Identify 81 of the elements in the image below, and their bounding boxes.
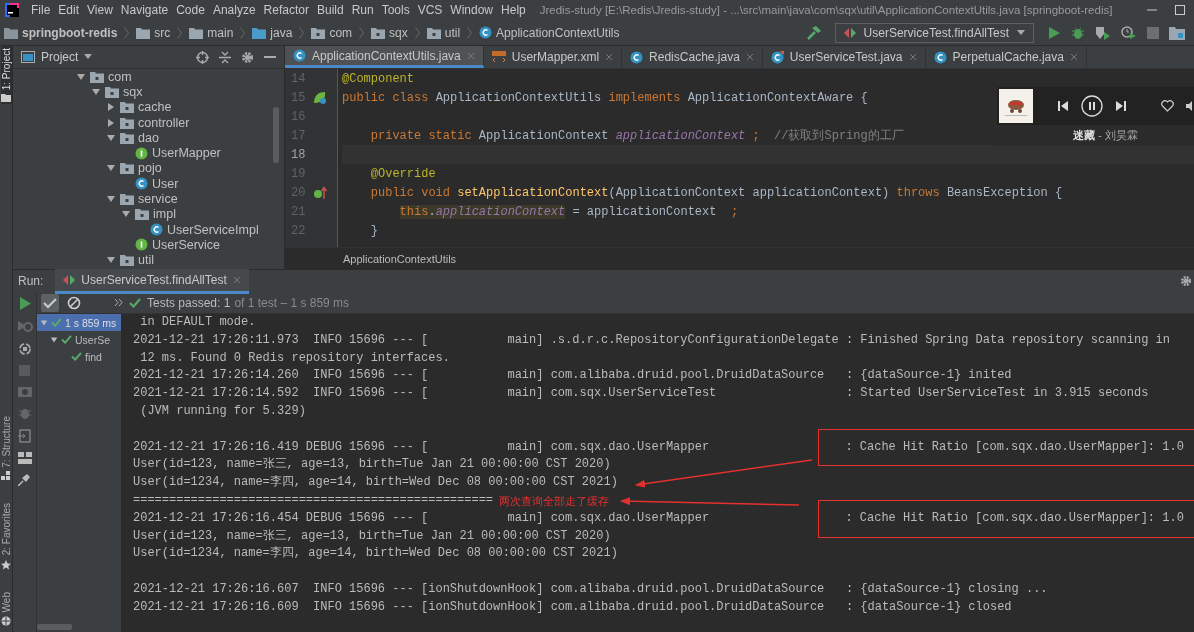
tree-item[interactable]: UserServiceImpl <box>13 221 284 238</box>
test-tree-item[interactable]: find <box>37 348 121 365</box>
menu-item[interactable]: Code <box>172 3 209 17</box>
menu-item[interactable]: Tools <box>377 3 414 17</box>
tool-window-tab[interactable]: 7: Structure <box>0 413 12 484</box>
code-line: this.applicationContext = applicationContext ; <box>399 204 739 219</box>
run-config-dropdown[interactable]: UserServiceTest.findAllTest <box>834 22 1034 43</box>
tree-item[interactable]: impl <box>13 206 284 222</box>
tree-item[interactable]: UserService <box>13 237 284 253</box>
code-line: public void setApplicationContext(ApplicationContext applicationContext) throws BeansException { <box>370 185 1063 200</box>
tree-item[interactable]: com <box>13 69 284 85</box>
console-line: 2021-12-21 17:26:16.609 INFO 15696 --- [ionShutdownHook] com.alibaba.druid.pool.DruidDataSource : {dataSource-1} closed <box>133 598 1012 616</box>
editor-breadcrumb[interactable]: ApplicationContextUtils <box>343 252 457 265</box>
console-line: User(id=1234, name=李四, age=14, birth=Wed Dec 08 00:00:00 CST 2021) <box>133 545 618 563</box>
editor-tab[interactable]: PerpetualCache.java <box>925 46 1087 68</box>
menu-item[interactable]: View <box>83 3 117 17</box>
framed-log-message: : Cache Hit Ratio [com.sqx.dao.UserMapper]: 1.0 <box>818 428 1194 467</box>
project-view-selector[interactable]: Project <box>21 50 93 64</box>
tool-window-tab[interactable]: 1: Project <box>0 46 12 105</box>
console-line: 2021-12-21 17:26:11.973 INFO 15696 --- [ main] .s.d.r.c.RepositoryConfigurationDelegate : Finished Spring Data repository scanning in <box>133 331 1170 349</box>
panel-title: Run: <box>17 274 45 288</box>
console-line: 2021-12-21 17:26:16.607 INFO 15696 --- [ionShutdownHook] com.alibaba.druid.pool.DruidDataSource : {dataSource-1} closing ... <box>133 580 1048 598</box>
menu-item[interactable]: Build <box>312 3 348 17</box>
tree-item[interactable]: dao <box>13 130 284 146</box>
editor-tab[interactable]: UserServiceTest.java <box>762 46 926 68</box>
menu-item[interactable]: Edit <box>54 3 84 17</box>
code-line: private static ApplicationContext applicationContext ; //获取到Spring的工厂 <box>370 128 904 144</box>
console-line: in DEFAULT mode. <box>139 314 256 331</box>
breadcrumb-item[interactable]: ApplicationContextUtils <box>479 25 620 40</box>
code-line: @Override <box>370 166 436 181</box>
breadcrumb-item[interactable]: com <box>311 25 353 40</box>
console-line: User(id=123, name=张三, age=13, birth=Tue Jan 21 00:00:00 CST 2020) <box>133 527 611 545</box>
console-line: (JVM running for 5.329) <box>139 403 306 420</box>
editor-tab[interactable]: UserMapper.xml <box>483 46 623 68</box>
tree-item[interactable]: UserMapper <box>13 145 284 161</box>
tool-window-tab[interactable]: Web <box>0 589 12 628</box>
breadcrumb-item[interactable]: util <box>426 25 461 40</box>
menu-item[interactable]: File <box>27 3 55 17</box>
console-line: ================================================== <box>133 491 494 509</box>
line-number: 18 <box>291 147 306 162</box>
console-line: 2021-12-21 17:26:16.419 DEBUG 15696 --- [ main] com.sqx.dao.UserMapper <box>133 438 710 456</box>
menu-item[interactable]: Help <box>497 3 530 17</box>
window-title: Jredis-study [E:\Redis\Jredis-study] - ...\src\main\java\com\sqx\util\ApplicationContextUtils.java [springboot-redis] <box>539 4 1113 16</box>
test-tree-item[interactable]: 1 s 859 ms <box>37 314 121 331</box>
breadcrumb-item[interactable]: springboot-redis <box>4 25 118 40</box>
code-line: @Component <box>342 71 414 86</box>
breadcrumb-item[interactable]: main <box>189 25 234 40</box>
annotation-note: 两次查询全部走了缓存 <box>499 494 609 509</box>
tree-item[interactable]: util <box>13 252 284 268</box>
console-line: 2021-12-21 17:26:14.592 INFO 15696 --- [ main] com.sqx.UserServiceTest : Started UserServiceTest in 3.915 seconds <box>133 385 1149 403</box>
song-caption: 迷藏 - 刘昊霖 <box>1073 128 1138 143</box>
run-tab[interactable]: UserServiceTest.findAllTest <box>55 268 249 294</box>
test-status: Tests passed: 1 <box>147 295 231 310</box>
editor-tab[interactable]: RedisCache.java <box>622 46 763 68</box>
tree-item[interactable]: pojo <box>13 160 284 177</box>
menu-item[interactable]: VCS <box>413 3 447 17</box>
console-line: 2021-12-21 17:26:14.260 INFO 15696 --- [ main] com.alibaba.druid.pool.DruidDataSource : {dataSource-1} inited <box>133 367 1012 385</box>
tree-item[interactable]: service <box>13 191 284 207</box>
tree-item[interactable]: controller <box>13 114 284 131</box>
console-line: User(id=1234, name=李四, age=14, birth=Wed Dec 08 00:00:00 CST 2021) <box>133 474 618 492</box>
console-line: User(id=123, name=张三, age=13, birth=Tue Jan 21 00:00:00 CST 2020) <box>133 456 611 474</box>
editor-tab[interactable]: ApplicationContextUtils.java <box>285 46 484 68</box>
test-tree-item[interactable]: UserSe <box>37 331 121 348</box>
tree-item[interactable]: sqx <box>13 84 284 100</box>
tree-item[interactable]: User <box>13 176 284 192</box>
breadcrumb-item[interactable]: java <box>252 25 293 40</box>
test-status-detail: of 1 test – 1 s 859 ms <box>234 295 350 310</box>
menu-item[interactable]: Refactor <box>259 3 313 17</box>
code-line: } <box>370 223 378 238</box>
breadcrumb-item[interactable]: src <box>136 25 171 40</box>
tool-window-tab[interactable]: 2: Favorites <box>0 501 12 572</box>
menu-item[interactable]: Window <box>446 3 498 17</box>
menu-item[interactable]: Analyze <box>208 3 260 17</box>
breadcrumb-item[interactable]: sqx <box>371 25 408 40</box>
framed-log-message: : Cache Hit Ratio [com.sqx.dao.UserMapper]: 1.0 <box>818 499 1194 538</box>
console-line: 12 ms. Found 0 Redis repository interfaces. <box>139 349 450 367</box>
menu-item[interactable]: Run <box>347 3 378 17</box>
menu-item[interactable]: Navigate <box>116 3 173 17</box>
code-line: public class ApplicationContextUtils implements ApplicationContextAware { <box>342 90 868 105</box>
console-line: 2021-12-21 17:26:16.454 DEBUG 15696 --- [ main] com.sqx.dao.UserMapper <box>133 509 710 527</box>
tree-item[interactable]: cache <box>13 99 284 115</box>
